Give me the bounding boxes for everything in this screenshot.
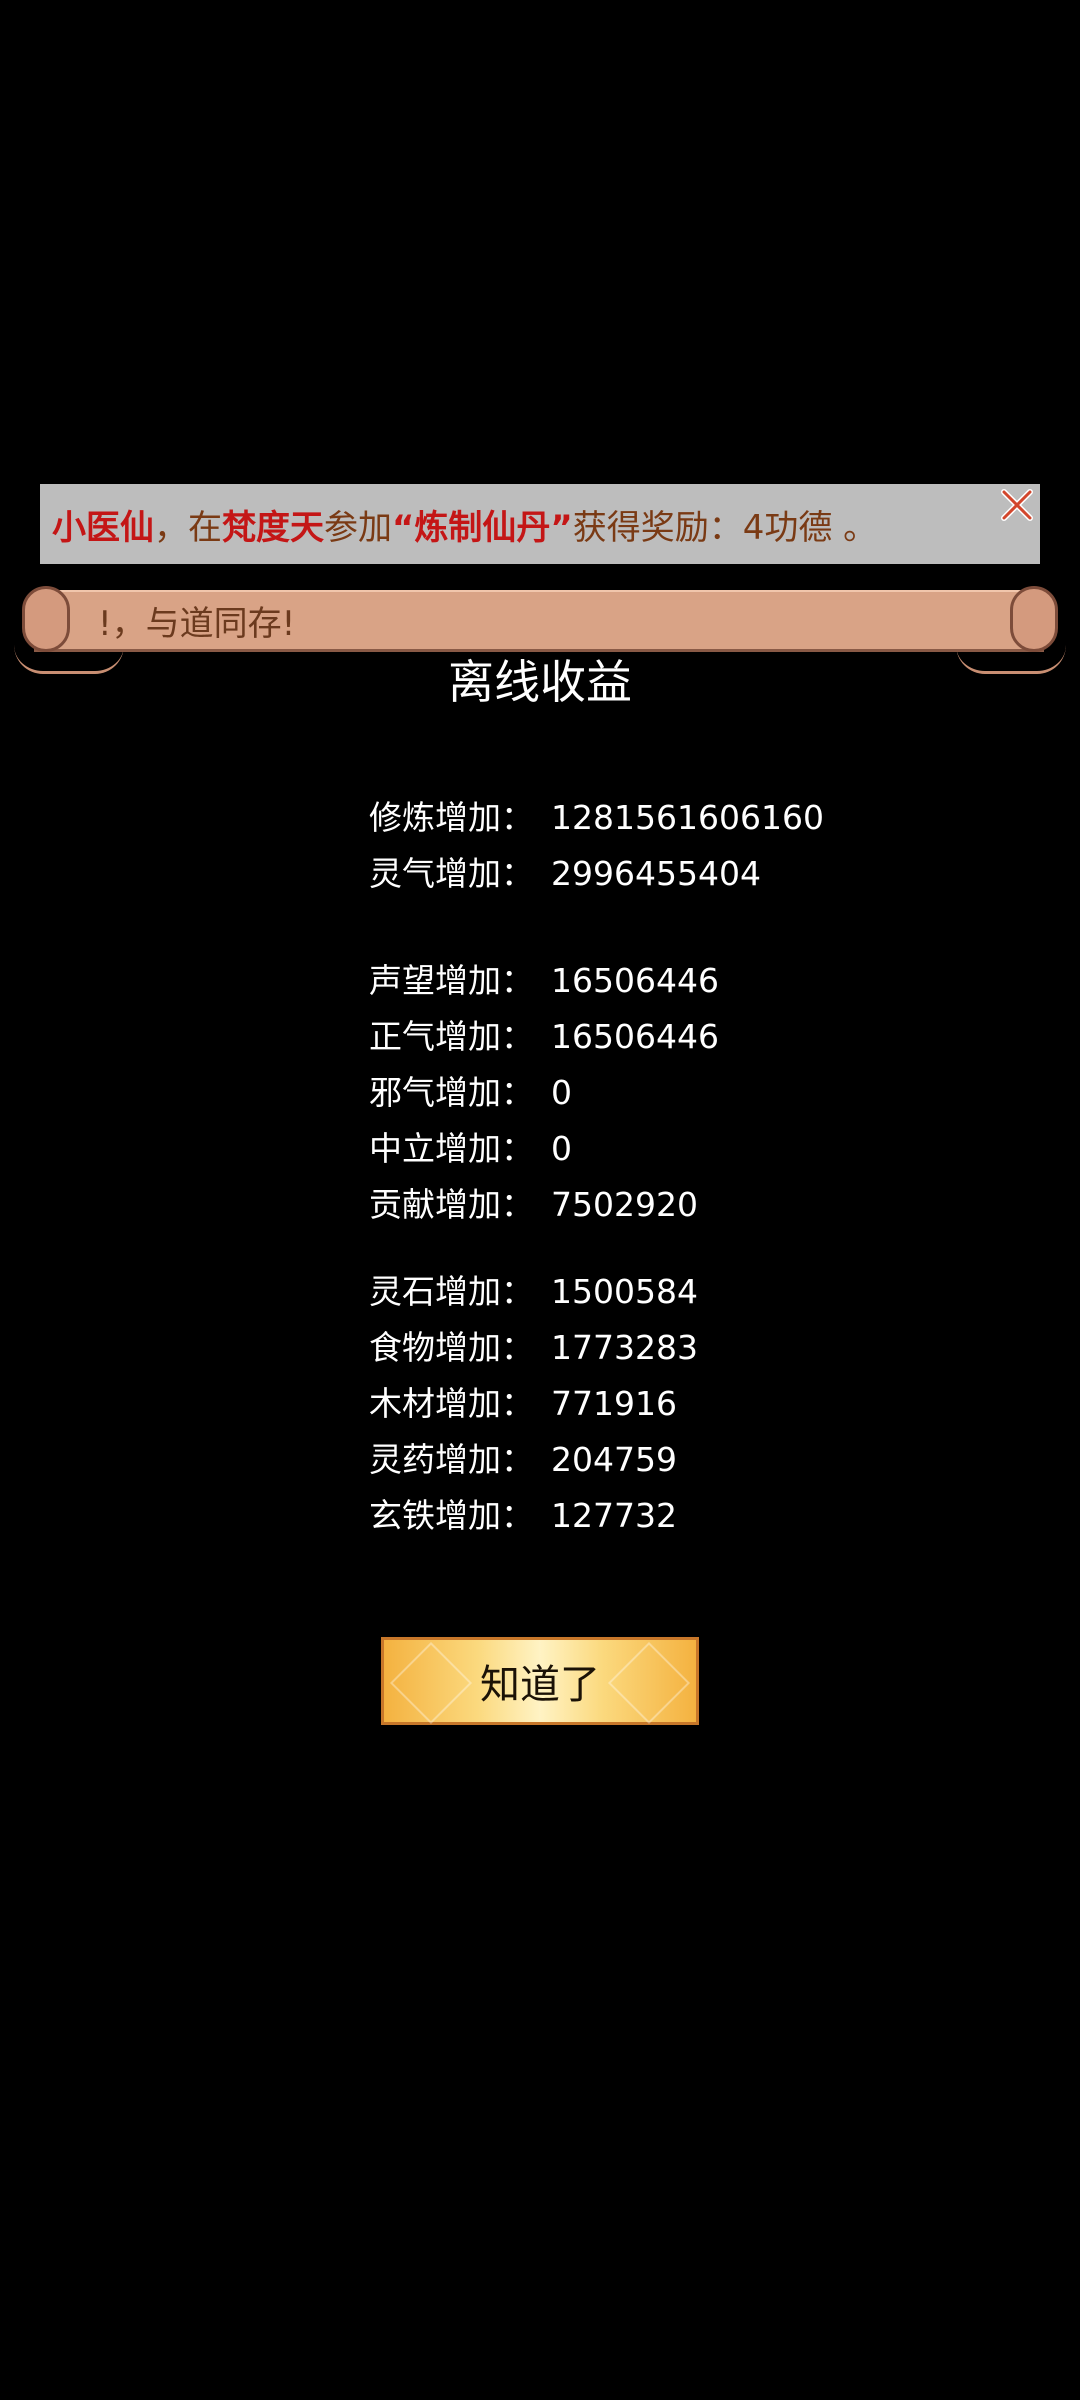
stat-row: 贡献增加： 7502920 bbox=[369, 1183, 698, 1227]
stat-value: 7502920 bbox=[551, 1185, 698, 1224]
stat-label: 正气增加： bbox=[369, 1017, 534, 1056]
stat-row: 正气增加： 16506446 bbox=[369, 1015, 719, 1059]
stat-row: 木材增加： 771916 bbox=[369, 1382, 677, 1426]
stat-label: 修炼增加： bbox=[369, 798, 534, 837]
notice-player-name: 小医仙 bbox=[52, 507, 154, 548]
stat-label: 木材增加： bbox=[369, 1384, 534, 1423]
stat-row: 邪气增加： 0 bbox=[369, 1071, 572, 1115]
stat-label: 食物增加： bbox=[369, 1328, 534, 1367]
stat-row: 食物增加： 1773283 bbox=[369, 1326, 698, 1370]
acknowledge-button[interactable]: 知道了 bbox=[381, 1637, 699, 1725]
stat-row: 灵气增加： 2996455404 bbox=[369, 852, 761, 896]
stat-value: 204759 bbox=[551, 1440, 677, 1479]
notice-text-3: 获得奖励：4功德 。 bbox=[572, 507, 878, 548]
stat-label: 玄铁增加： bbox=[369, 1496, 534, 1535]
stat-row: 中立增加： 0 bbox=[369, 1127, 572, 1171]
scroll-roll-left bbox=[22, 586, 70, 652]
stat-row: 修炼增加： 1281561606160 bbox=[369, 796, 824, 840]
stat-label: 中立增加： bbox=[369, 1129, 534, 1168]
page-title: 离线收益 bbox=[448, 655, 632, 709]
scroll-roll-right bbox=[1010, 586, 1058, 652]
stat-value: 0 bbox=[551, 1129, 572, 1168]
scroll-banner-text: !，与道同存! bbox=[98, 604, 296, 644]
stat-row: 灵石增加： 1500584 bbox=[369, 1270, 698, 1314]
stat-value: 127732 bbox=[551, 1496, 677, 1535]
stat-label: 邪气增加： bbox=[369, 1073, 534, 1112]
stat-value: 16506446 bbox=[551, 961, 719, 1000]
stat-value: 2996455404 bbox=[551, 854, 761, 893]
stat-label: 贡献增加： bbox=[369, 1185, 534, 1224]
stat-label: 灵气增加： bbox=[369, 854, 534, 893]
reward-notification-banner: 小医仙 ，在 梵度天 参加 “炼制仙丹” 获得奖励：4功德 。 bbox=[40, 484, 1040, 564]
stat-value: 16506446 bbox=[551, 1017, 719, 1056]
notice-text-1: ，在 bbox=[154, 507, 222, 548]
stat-value: 1500584 bbox=[551, 1272, 698, 1311]
stat-value: 0 bbox=[551, 1073, 572, 1112]
notice-event-name: “炼制仙丹” bbox=[392, 507, 573, 548]
stat-row: 灵药增加： 204759 bbox=[369, 1438, 677, 1482]
stat-row: 声望增加： 16506446 bbox=[369, 959, 719, 1003]
stat-row: 玄铁增加： 127732 bbox=[369, 1494, 677, 1538]
acknowledge-button-label: 知道了 bbox=[480, 1662, 600, 1708]
stat-value: 771916 bbox=[551, 1384, 677, 1423]
notice-text-2: 参加 bbox=[324, 507, 392, 548]
close-icon[interactable] bbox=[1000, 488, 1034, 522]
notice-place-name: 梵度天 bbox=[222, 507, 324, 548]
stat-label: 声望增加： bbox=[369, 961, 534, 1000]
stat-label: 灵药增加： bbox=[369, 1440, 534, 1479]
stat-label: 灵石增加： bbox=[369, 1272, 534, 1311]
offline-earnings-screen: 小医仙 ，在 梵度天 参加 “炼制仙丹” 获得奖励：4功德 。 !，与道同存! … bbox=[0, 0, 1080, 2400]
stat-value: 1281561606160 bbox=[551, 798, 824, 837]
stat-value: 1773283 bbox=[551, 1328, 698, 1367]
